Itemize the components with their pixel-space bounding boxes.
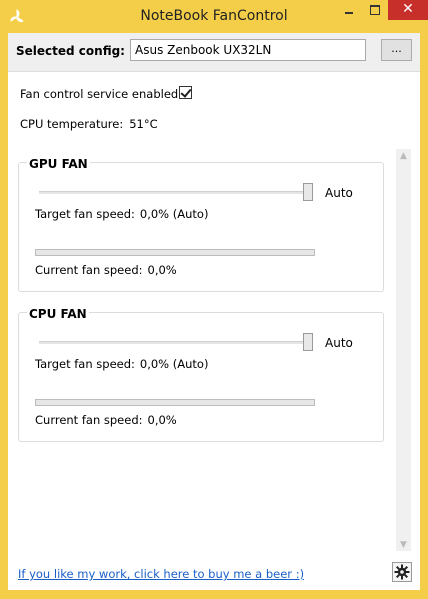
cpu-temperature: CPU temperature: 51°C	[20, 117, 158, 131]
main-panel: Fan control service enabled: CPU tempera…	[8, 72, 420, 590]
cpu-temperature-value: 51°C	[129, 117, 158, 131]
cpu-fan-progress	[35, 399, 315, 406]
gpu-target-speed: Target fan speed: 0,0% (Auto)	[35, 207, 208, 221]
cpu-fan-slider-thumb[interactable]	[303, 333, 313, 351]
config-input[interactable]	[130, 39, 366, 61]
cpu-target-value: 0,0% (Auto)	[139, 357, 209, 371]
cpu-fan-title: CPU FAN	[27, 307, 89, 321]
title-bar[interactable]: NoteBook FanControl ✕	[0, 0, 428, 33]
close-button[interactable]: ✕	[388, 0, 428, 20]
cpu-fan-auto-label: Auto	[325, 336, 353, 350]
gpu-fan-title: GPU FAN	[27, 157, 90, 171]
donate-link[interactable]: If you like my work, click here to buy m…	[18, 567, 304, 581]
close-icon: ✕	[402, 1, 414, 17]
scroll-down-icon[interactable]: ▼	[399, 540, 408, 550]
gpu-current-label: Current fan speed:	[35, 263, 143, 277]
cpu-current-speed: Current fan speed: 0,0%	[35, 413, 177, 427]
cpu-current-value: 0,0%	[147, 413, 177, 427]
gear-icon	[394, 564, 410, 580]
cpu-temperature-label: CPU temperature:	[20, 117, 124, 131]
config-bar: Selected config: ...	[8, 33, 420, 72]
cpu-current-label: Current fan speed:	[35, 413, 143, 427]
scroll-up-icon[interactable]: ▲	[399, 151, 408, 161]
browse-config-button[interactable]: ...	[381, 39, 412, 61]
gpu-target-value: 0,0% (Auto)	[139, 207, 209, 221]
gpu-current-value: 0,0%	[147, 263, 177, 277]
cpu-target-speed: Target fan speed: 0,0% (Auto)	[35, 357, 208, 371]
app-window: NoteBook FanControl ✕ Selected config: .…	[0, 0, 428, 599]
gpu-fan-slider-thumb[interactable]	[303, 183, 313, 201]
gpu-fan-auto-label: Auto	[325, 186, 353, 200]
cpu-fan-group: CPU FAN Auto Target fan speed: 0,0% (Auto…	[18, 307, 384, 442]
minimize-button[interactable]	[336, 0, 362, 20]
cpu-target-label: Target fan speed:	[35, 357, 135, 371]
service-enabled-checkbox[interactable]	[179, 86, 192, 99]
cpu-fan-slider[interactable]	[39, 341, 313, 344]
fans-scroll-area[interactable]: GPU FAN Auto Target fan speed: 0,0% (Auto…	[18, 149, 413, 551]
settings-button[interactable]	[392, 562, 412, 582]
gpu-target-label: Target fan speed:	[35, 207, 135, 221]
gpu-fan-progress	[35, 249, 315, 256]
gpu-fan-group: GPU FAN Auto Target fan speed: 0,0% (Auto…	[18, 157, 384, 292]
config-label: Selected config:	[16, 44, 125, 58]
service-label: Fan control service enabled:	[20, 87, 183, 101]
gpu-fan-slider[interactable]	[39, 191, 313, 194]
gpu-current-speed: Current fan speed: 0,0%	[35, 263, 177, 277]
vertical-scrollbar[interactable]: ▲ ▼	[396, 149, 411, 551]
maximize-button[interactable]	[362, 0, 388, 20]
